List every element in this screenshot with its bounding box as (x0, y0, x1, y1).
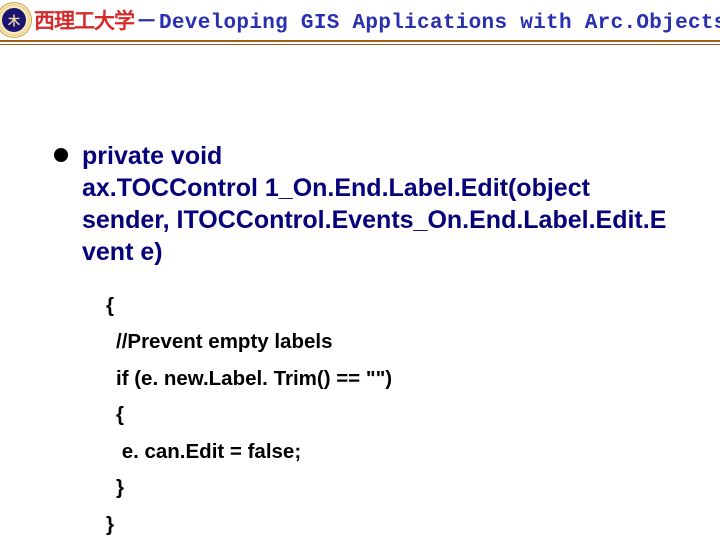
university-name: 西理工大学 (34, 12, 134, 35)
bullet-dot-icon (54, 148, 68, 162)
signature-line: private void (82, 142, 222, 170)
slide-content: private void ax.TOCControl 1_On.End.Labe… (54, 140, 680, 540)
code-body: { //Prevent empty labels if (e. new.Labe… (106, 288, 680, 540)
logo-glyph: 木 (2, 8, 26, 32)
signature-line: ax.TOCControl 1_On.End.Label.Edit(object (82, 174, 590, 202)
code-line: //Prevent empty labels (106, 324, 680, 360)
code-line: e. can.Edit = false; (106, 434, 680, 470)
header-divider-thick (0, 40, 720, 42)
code-line: { (106, 397, 680, 433)
code-line: } (106, 507, 680, 540)
header-separator: － (134, 12, 159, 35)
code-line: { (106, 288, 680, 324)
bullet-item: private void ax.TOCControl 1_On.End.Labe… (54, 140, 680, 268)
slide-header: 木 西理工大学－Developing GIS Applications with… (0, 0, 720, 40)
code-line: } (106, 470, 680, 506)
method-signature: private void ax.TOCControl 1_On.End.Labe… (82, 140, 666, 268)
course-title: Developing GIS Applications with Arc.Obj… (159, 12, 720, 35)
university-logo-icon: 木 (0, 2, 32, 38)
signature-line: vent e) (82, 238, 163, 266)
header-divider-thin (0, 44, 720, 45)
slide: 木 西理工大学－Developing GIS Applications with… (0, 0, 720, 540)
signature-line: sender, ITOCControl.Events_On.End.Label.… (82, 206, 666, 234)
code-line: if (e. new.Label. Trim() == "") (106, 361, 680, 397)
header-title: 西理工大学－Developing GIS Applications with A… (34, 5, 720, 35)
